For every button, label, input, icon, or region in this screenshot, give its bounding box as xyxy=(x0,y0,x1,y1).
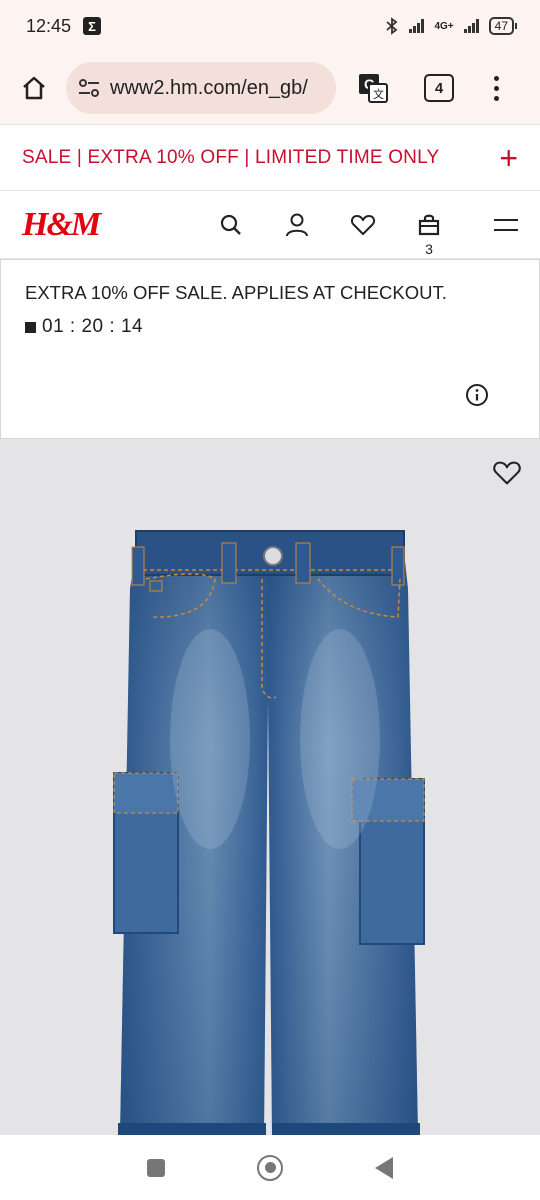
search-icon xyxy=(220,214,241,235)
translate-icon: G文 xyxy=(359,74,388,103)
back-button[interactable] xyxy=(375,1156,393,1179)
add-to-favourites-button[interactable] xyxy=(492,459,522,492)
recent-apps-button[interactable] xyxy=(147,1158,165,1177)
account-button[interactable] xyxy=(264,203,330,247)
sigma-icon: Σ xyxy=(83,17,102,35)
search-button[interactable] xyxy=(198,203,264,247)
promo-banner[interactable]: SALE | EXTRA 10% OFF | LIMITED TIME ONLY… xyxy=(0,124,540,191)
promo-text: SALE | EXTRA 10% OFF | LIMITED TIME ONLY xyxy=(22,146,440,168)
svg-text:文: 文 xyxy=(373,87,384,101)
bluetooth-icon xyxy=(386,17,398,35)
network-type: 4G+ xyxy=(434,20,454,32)
signal-icon-2 xyxy=(463,19,479,33)
menu-button[interactable] xyxy=(462,203,518,247)
info-icon xyxy=(466,384,488,406)
hamburger-menu-icon xyxy=(494,218,518,231)
heart-icon xyxy=(493,461,521,485)
home-icon xyxy=(23,76,45,100)
timer-square-icon xyxy=(25,321,36,333)
hm-logo[interactable]: H&M xyxy=(22,206,101,244)
countdown-value: 01 : 20 : 14 xyxy=(42,316,144,337)
favourites-button[interactable] xyxy=(330,203,396,247)
browser-menu-button[interactable] xyxy=(494,75,499,101)
browser-toolbar: www2.hm.com/en_gb/ G文 4 xyxy=(0,52,540,124)
status-bar: 12:45 Σ 4G+ 47 xyxy=(0,0,540,52)
product-image-area[interactable] xyxy=(0,439,540,1135)
shopping-bag-button[interactable]: 3 xyxy=(396,203,462,257)
home-nav-button[interactable] xyxy=(257,1154,283,1181)
translate-button[interactable]: G文 xyxy=(356,71,390,105)
countdown-timer: 01 : 20 : 14 xyxy=(25,316,515,338)
expand-plus-icon[interactable]: + xyxy=(499,142,518,174)
status-time: 12:45 xyxy=(26,15,72,36)
info-button[interactable] xyxy=(465,383,489,412)
user-icon xyxy=(286,213,308,236)
signal-icon xyxy=(409,19,425,33)
address-bar[interactable]: www2.hm.com/en_gb/ xyxy=(66,62,336,114)
sale-title: EXTRA 10% OFF SALE. APPLIES AT CHECKOUT. xyxy=(25,282,447,303)
shopping-bag-icon xyxy=(418,214,440,235)
jeans-product-image[interactable] xyxy=(0,439,540,1135)
site-settings-icon[interactable] xyxy=(78,78,100,98)
url-text: www2.hm.com/en_gb/ xyxy=(110,76,308,99)
battery-icon: 47 xyxy=(488,17,518,35)
heart-icon xyxy=(350,214,376,235)
sale-countdown-box: EXTRA 10% OFF SALE. APPLIES AT CHECKOUT.… xyxy=(0,259,540,439)
bag-count: 3 xyxy=(425,240,433,257)
site-header: H&M 3 xyxy=(0,191,540,259)
home-button[interactable] xyxy=(14,68,54,108)
tab-switcher-button[interactable]: 4 xyxy=(424,74,454,102)
system-navigation-bar xyxy=(0,1135,540,1200)
